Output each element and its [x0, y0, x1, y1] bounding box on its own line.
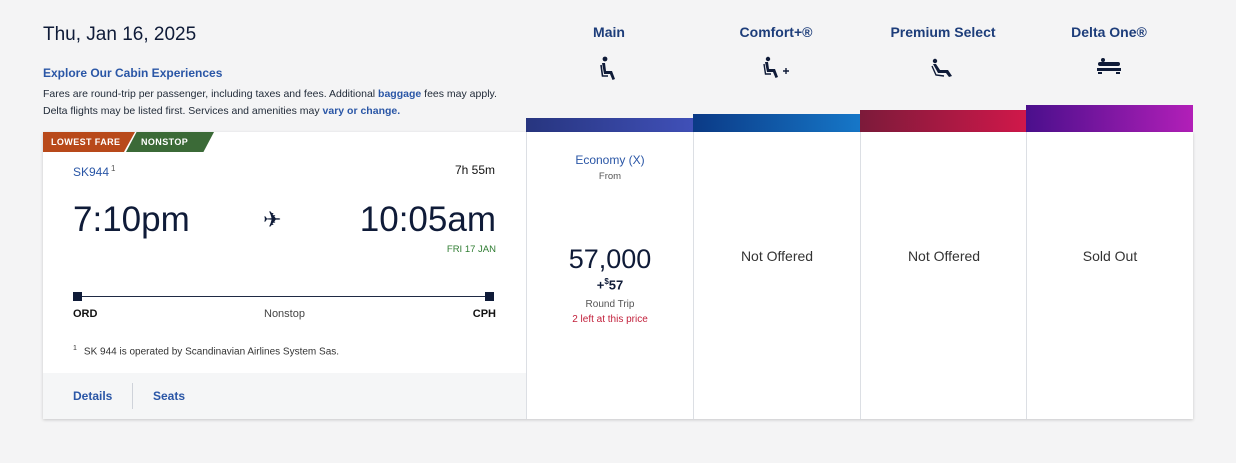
destination-airport: CPH — [472, 308, 496, 320]
cabin-name-main: Main — [593, 24, 625, 40]
route-line — [77, 296, 490, 297]
cabin-bar-comfort — [693, 114, 860, 132]
premium-select-seat-icon — [931, 58, 952, 77]
cabin-name-comfort: Comfort+® — [739, 24, 813, 40]
cabin-header-main[interactable]: Main — [526, 24, 692, 82]
airplane-icon: ✈ — [263, 207, 282, 232]
cabin-name-premium: Premium Select — [890, 24, 996, 40]
explore-cabins-link[interactable]: Explore Our Cabin Experiences — [43, 66, 222, 80]
arrival-day: FRI 17 JAN — [446, 244, 496, 255]
fare-cell-main[interactable]: Economy (X) From 57,000 +$57 Round Trip … — [526, 132, 693, 419]
flight-summary: LOWEST FARE NONSTOP SK944 1 7h 55m 7:10pm… — [43, 132, 526, 419]
flight-result-card: LOWEST FARE NONSTOP SK944 1 7h 55m 7:10pm… — [43, 132, 1193, 419]
comfort-status: Not Offered — [740, 248, 814, 264]
flight-duration: 7h 55m — [454, 163, 495, 177]
note-marker: 1 — [73, 345, 77, 352]
premium-status: Not Offered — [907, 248, 981, 264]
disclaimer-text-1: Fares are round-trip per passenger, incl… — [43, 88, 379, 100]
cabin-header-comfort[interactable]: Comfort+® — [693, 24, 859, 80]
cabin-bar-main — [526, 118, 693, 132]
cabin-bar-delta-one — [1026, 105, 1193, 132]
fare-miles: 57,000 — [568, 244, 652, 274]
baggage-link[interactable]: baggage — [378, 88, 421, 100]
cabin-bar-premium — [860, 110, 1026, 132]
fare-class-name: Economy (X) — [575, 153, 645, 167]
stops-label: Nonstop — [264, 308, 305, 320]
departure-time: 7:10pm — [73, 200, 190, 239]
details-link[interactable]: Details — [73, 389, 112, 403]
fare-cell-comfort: Not Offered — [693, 132, 860, 419]
footer-divider — [132, 383, 133, 409]
seats-link[interactable]: Seats — [153, 389, 185, 403]
fare-disclaimer: Fares are round-trip per passenger, incl… — [43, 86, 505, 120]
cabin-name-delta-one: Delta One® — [1071, 24, 1147, 40]
vary-or-change-link[interactable]: vary or change. — [323, 105, 401, 117]
operated-by-note: 1 SK 944 is operated by Scandinavian Airl… — [73, 345, 339, 357]
lowest-fare-tag: LOWEST FARE — [43, 132, 135, 152]
trip-type: Round Trip — [585, 299, 635, 310]
tax-amount: 57 — [608, 277, 624, 293]
delta-one-status: Sold Out — [1082, 248, 1138, 264]
fare-cell-premium: Not Offered — [860, 132, 1027, 419]
seats-left-warning: 2 left at this price — [572, 314, 648, 325]
cabin-header-delta-one[interactable]: Delta One® — [1026, 24, 1192, 76]
destination-node — [485, 292, 494, 301]
arrival-time: 10:05am — [359, 200, 496, 239]
main-seat-icon — [600, 56, 615, 80]
fare-cell-delta-one: Sold Out — [1026, 132, 1193, 419]
operated-by-text: SK 944 is operated by Scandinavian Airli… — [83, 346, 340, 358]
delta-one-bed-icon — [1097, 58, 1121, 74]
nonstop-tag: NONSTOP — [126, 132, 214, 152]
flight-number-text[interactable]: SK944 — [73, 165, 109, 179]
comfort-plus-seat-icon — [763, 56, 789, 78]
fare-taxes: +$57 — [527, 277, 693, 292]
flight-actions: Details Seats — [43, 373, 526, 419]
fare-from-label: From — [598, 171, 622, 182]
origin-node — [73, 292, 82, 301]
footnote-marker: 1 — [111, 164, 116, 173]
date-heading: Thu, Jan 16, 2025 — [43, 24, 197, 45]
cabin-header-premium[interactable]: Premium Select — [860, 24, 1026, 80]
flight-number[interactable]: SK944 1 — [73, 164, 115, 179]
